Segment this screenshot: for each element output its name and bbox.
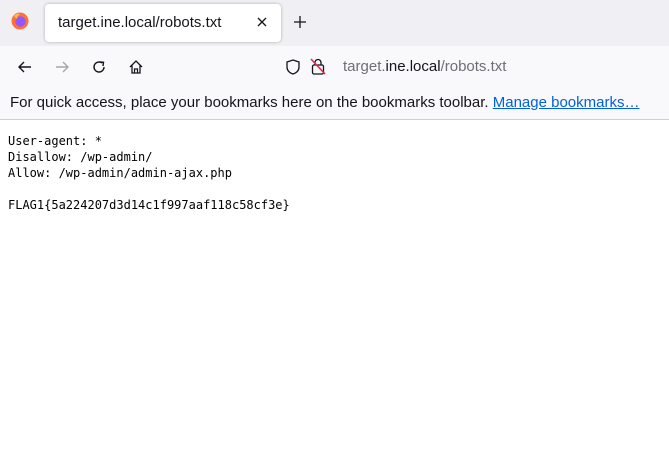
- tab-title: target.ine.local/robots.txt: [58, 14, 222, 31]
- reload-icon[interactable]: [90, 58, 108, 76]
- tab-active[interactable]: target.ine.local/robots.txt: [45, 4, 281, 42]
- navigation-toolbar: target.ine.local/robots.txt: [0, 46, 669, 88]
- bookmarks-hint: For quick access, place your bookmarks h…: [10, 94, 639, 111]
- robots-txt-content: User-agent: * Disallow: /wp-admin/ Allow…: [8, 133, 290, 213]
- firefox-logo-icon[interactable]: [11, 12, 29, 30]
- home-icon[interactable]: [127, 58, 145, 76]
- robots-line-disallow: Disallow: /wp-admin/: [8, 150, 153, 164]
- shield-icon[interactable]: [284, 58, 302, 76]
- plus-icon[interactable]: [292, 14, 308, 30]
- forward-arrow-icon[interactable]: [53, 58, 71, 76]
- url-domain: ine.local: [385, 58, 441, 75]
- robots-line-flag: FLAG1{5a224207d3d14c1f997aaf118c58cf3e}: [8, 198, 290, 212]
- robots-line-allow: Allow: /wp-admin/admin-ajax.php: [8, 166, 232, 180]
- bookmarks-toolbar: For quick access, place your bookmarks h…: [0, 88, 669, 120]
- tab-strip: target.ine.local/robots.txt: [0, 0, 669, 46]
- url-path: /robots.txt: [440, 58, 507, 75]
- manage-bookmarks-link[interactable]: Manage bookmarks…: [493, 94, 640, 111]
- url-domain-prefix: target.: [343, 58, 386, 75]
- close-icon[interactable]: [255, 15, 269, 29]
- insecure-lock-icon[interactable]: [309, 57, 327, 76]
- robots-line-user-agent: User-agent: *: [8, 134, 102, 148]
- address-bar[interactable]: target.ine.local/robots.txt: [276, 50, 669, 84]
- back-arrow-icon[interactable]: [16, 58, 34, 76]
- bookmarks-hint-text: For quick access, place your bookmarks h…: [10, 94, 489, 111]
- url-text[interactable]: target.ine.local/robots.txt: [343, 58, 506, 75]
- page-content: User-agent: * Disallow: /wp-admin/ Allow…: [0, 120, 669, 471]
